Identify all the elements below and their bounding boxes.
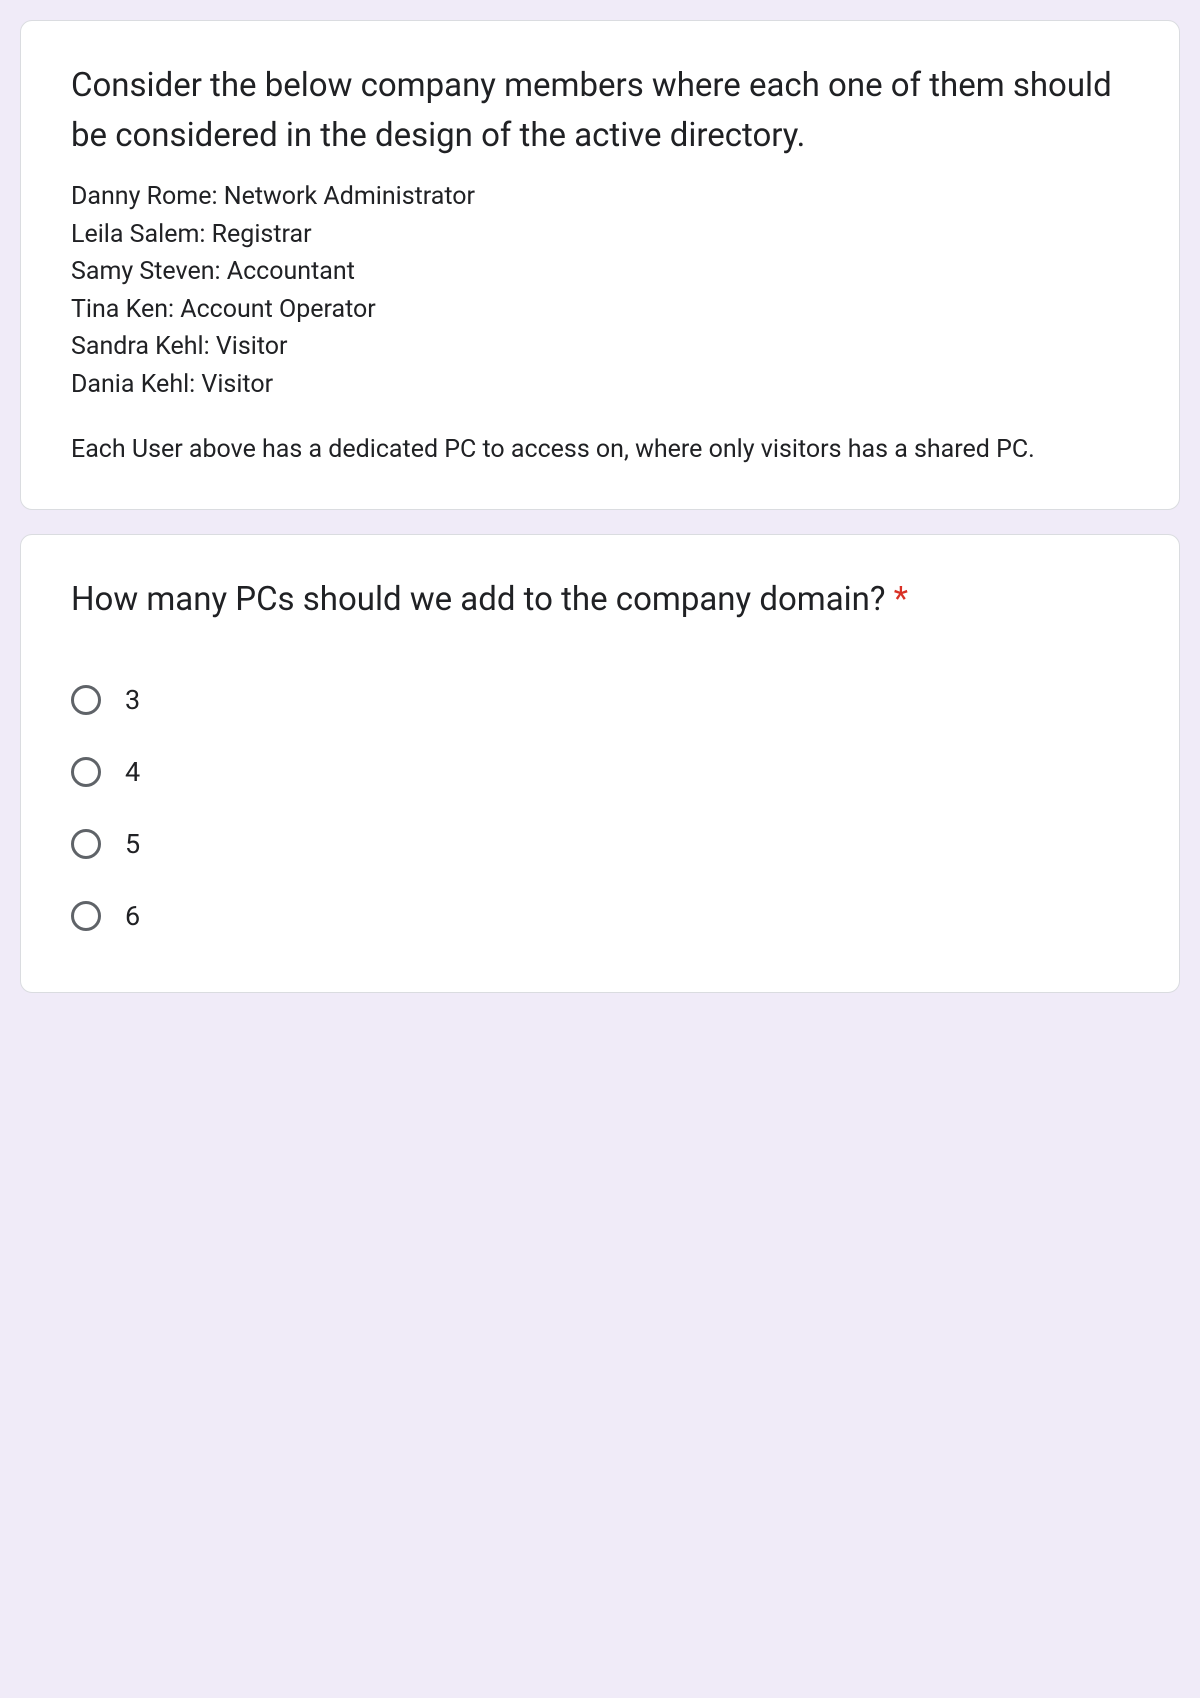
members-list: Danny Rome: Network Administrator Leila … [71, 178, 1129, 403]
member-item: Danny Rome: Network Administrator [71, 178, 1129, 216]
radio-label: 3 [125, 684, 140, 716]
radio-icon [71, 757, 101, 787]
radio-label: 4 [125, 756, 140, 788]
required-asterisk: * [894, 580, 908, 619]
question-card-2: How many PCs should we add to the compan… [20, 534, 1180, 994]
radio-option-4[interactable]: 4 [71, 736, 1129, 808]
member-item: Tina Ken: Account Operator [71, 291, 1129, 329]
radio-icon [71, 829, 101, 859]
member-item: Dania Kehl: Visitor [71, 366, 1129, 404]
radio-icon [71, 685, 101, 715]
radio-option-5[interactable]: 5 [71, 808, 1129, 880]
member-item: Leila Salem: Registrar [71, 216, 1129, 254]
question-title-container: How many PCs should we add to the compan… [71, 575, 1129, 625]
radio-label: 5 [125, 828, 140, 860]
radio-option-6[interactable]: 6 [71, 880, 1129, 952]
member-item: Samy Steven: Accountant [71, 253, 1129, 291]
question-title: How many PCs should we add to the compan… [71, 580, 894, 619]
question-note: Each User above has a dedicated PC to ac… [71, 431, 1129, 469]
radio-icon [71, 901, 101, 931]
member-item: Sandra Kehl: Visitor [71, 328, 1129, 366]
question-card-1: Consider the below company members where… [20, 20, 1180, 510]
radio-label: 6 [125, 900, 140, 932]
question-title: Consider the below company members where… [71, 61, 1129, 160]
radio-options: 3 4 5 6 [71, 664, 1129, 952]
radio-option-3[interactable]: 3 [71, 664, 1129, 736]
